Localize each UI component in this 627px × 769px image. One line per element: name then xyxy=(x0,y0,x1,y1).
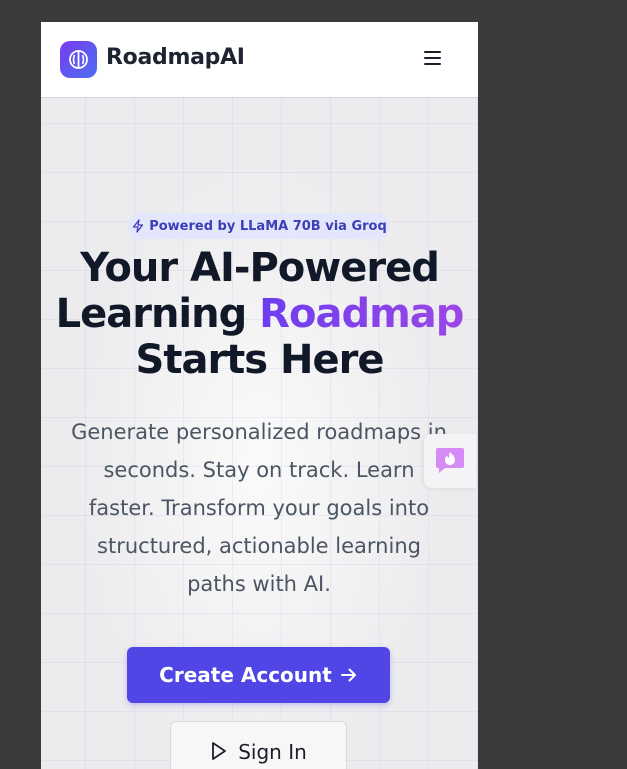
description-line: faster. Transform your goals into xyxy=(88,496,430,520)
chat-flame-icon xyxy=(436,448,464,473)
title-line-1: Your AI-Powered xyxy=(80,245,440,291)
title-line-3: Starts Here xyxy=(135,337,385,383)
brain-icon xyxy=(69,50,88,69)
description-line: structured, actionable learning xyxy=(97,534,421,558)
title-accent-word: Roadmap xyxy=(259,291,464,337)
create-account-button[interactable]: Create Account xyxy=(127,647,390,703)
arrow-right-icon xyxy=(340,668,356,682)
navbar: RoadmapAI xyxy=(41,22,478,98)
badge-text: Powered by LLaMA 70B via Groq xyxy=(149,218,387,234)
title-line-2: Learning Roadmap xyxy=(41,291,478,337)
brand-name[interactable]: RoadmapAI xyxy=(106,45,245,70)
sign-in-label: Sign In xyxy=(238,740,307,764)
powered-by-badge: Powered by LLaMA 70B via Groq xyxy=(128,213,390,239)
hero-title: Your AI-Powered Learning Roadmap Starts … xyxy=(41,245,478,383)
description-line: Generate personalized roadmaps in xyxy=(71,420,447,444)
hamburger-menu-icon[interactable] xyxy=(424,50,444,68)
description-line: paths with AI. xyxy=(187,572,331,596)
play-icon xyxy=(212,742,227,760)
description-line: seconds. Stay on track. Learn xyxy=(103,458,415,482)
mobile-viewport: RoadmapAI Powered by LLaMA 70B via Groq … xyxy=(41,22,478,769)
title-line-2-prefix: Learning xyxy=(55,291,260,337)
create-account-label: Create Account xyxy=(159,663,332,687)
floating-chat-widget[interactable] xyxy=(424,434,476,488)
logo[interactable] xyxy=(60,41,97,78)
hero-description: Generate personalized roadmaps in second… xyxy=(59,413,459,603)
lightning-icon xyxy=(133,219,144,233)
sign-in-button[interactable]: Sign In xyxy=(170,721,347,769)
